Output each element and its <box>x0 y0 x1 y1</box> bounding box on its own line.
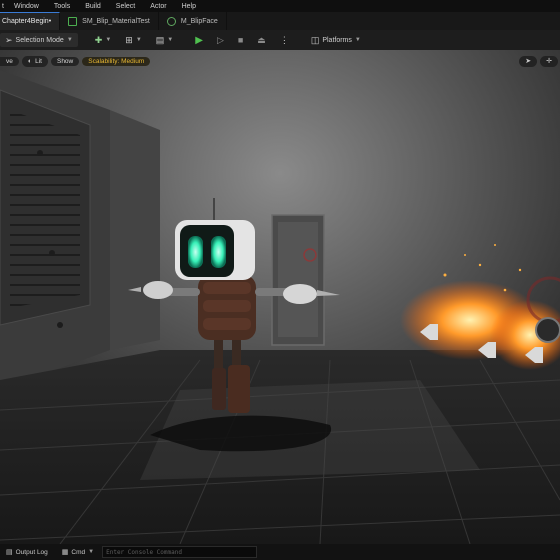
blueprint-icon: ⊞ <box>125 34 133 45</box>
chevron-down-icon: ▼ <box>105 37 112 43</box>
play-button[interactable]: ▶ <box>190 33 208 47</box>
transform-select-button[interactable]: ➤ <box>519 55 538 67</box>
level-viewport[interactable]: ve ◐ Lit Show Scalability: Medium ➤ ✛ <box>0 50 560 544</box>
back-door <box>271 214 325 346</box>
eject-button[interactable]: ⏏ <box>252 33 271 47</box>
cmd-dropdown[interactable]: ▦ Cmd ▼ <box>62 548 94 557</box>
static-mesh-icon <box>68 16 78 26</box>
selection-mode-dropdown[interactable]: ➢ Selection Mode ▼ <box>0 33 78 47</box>
tab-m-blipface[interactable]: M_BlipFace <box>159 12 227 30</box>
menu-bar: t Window Tools Build Select Actor Help <box>0 0 560 12</box>
menu-item-tools[interactable]: Tools <box>54 3 70 10</box>
more-vertical-icon: ⋮ <box>279 34 289 45</box>
stop-button[interactable]: ■ <box>233 33 248 47</box>
move-icon: ✛ <box>546 57 552 65</box>
show-flags-button[interactable]: Show <box>50 56 80 66</box>
console-placeholder: Enter Console Command <box>106 548 182 556</box>
chevron-down-icon: ▼ <box>354 37 361 43</box>
menu-item-build[interactable]: Build <box>85 3 101 10</box>
output-log-button[interactable]: ▤ Output Log <box>6 548 48 557</box>
document-tabs: Chapter4Begin• SM_Blip_MaterialTest M_Bl… <box>0 12 560 30</box>
tab-chapter4begin[interactable]: Chapter4Begin• <box>0 12 61 30</box>
tab-label: SM_Blip_MaterialTest <box>82 17 150 25</box>
main-toolbar: ➢ Selection Mode ▼ ✚ ▼ ⊞ ▼ ▤ ▼ ▶ ▷ ■ ⏏ ⋮… <box>0 30 560 51</box>
play-icon: ▶ <box>195 34 203 46</box>
menu-item-select[interactable]: Select <box>116 3 135 10</box>
platforms-label: Platforms <box>322 36 352 44</box>
perspective-label: ve <box>6 57 13 65</box>
scalability-label: Scalability: Medium <box>88 57 145 65</box>
step-button[interactable]: ▷ <box>212 33 229 47</box>
tab-sm-blip-materialtest[interactable]: SM_Blip_MaterialTest <box>60 12 159 30</box>
chevron-down-icon: ▼ <box>88 549 95 555</box>
selection-mode-label: Selection Mode <box>15 36 64 44</box>
viewport-scene <box>0 50 560 544</box>
blueprints-button[interactable]: ⊞ ▼ <box>120 33 147 47</box>
lit-sphere-icon: ◐ <box>27 57 33 65</box>
cmd-label: Cmd <box>71 548 86 556</box>
tab-label: Chapter4Begin• <box>2 18 52 25</box>
add-cube-icon: ✚ <box>94 34 103 45</box>
perspective-button[interactable]: ve <box>0 56 19 66</box>
chevron-down-icon: ▼ <box>167 37 174 43</box>
tab-label: M_BlipFace <box>180 17 218 25</box>
show-label: Show <box>56 57 74 65</box>
view-mode-lit-button[interactable]: ◐ Lit <box>21 55 48 67</box>
lit-label: Lit <box>35 57 42 65</box>
material-icon <box>166 16 176 26</box>
output-log-label: Output Log <box>15 548 48 556</box>
platforms-dropdown[interactable]: ◫ Platforms ▼ <box>306 33 366 47</box>
menu-item-help[interactable]: Help <box>182 3 196 10</box>
platforms-icon: ◫ <box>310 34 320 45</box>
menu-item-actor[interactable]: Actor <box>150 3 166 10</box>
console-command-input[interactable]: Enter Console Command <box>102 546 258 558</box>
clapper-icon: ▤ <box>155 34 165 45</box>
select-arrow-icon: ➢ <box>5 34 13 45</box>
menu-item-cut[interactable]: t <box>2 3 4 10</box>
translate-tool-button[interactable]: ✛ <box>540 55 558 67</box>
cinematics-button[interactable]: ▤ ▼ <box>151 33 178 47</box>
scalability-warning-badge[interactable]: Scalability: Medium <box>82 56 151 66</box>
cursor-arrow-icon: ➤ <box>525 57 532 65</box>
log-icon: ▤ <box>6 548 13 556</box>
eject-icon: ⏏ <box>257 34 266 45</box>
menu-item-window[interactable]: Window <box>14 3 39 10</box>
viewport-toolbar: ve ◐ Lit Show Scalability: Medium ➤ ✛ <box>0 54 560 68</box>
play-options-button[interactable]: ⋮ <box>275 33 294 47</box>
chevron-down-icon: ▼ <box>66 37 73 43</box>
terminal-icon: ▦ <box>61 548 69 556</box>
step-icon: ▷ <box>216 34 224 45</box>
stop-icon: ■ <box>237 34 244 45</box>
status-bar: ▤ Output Log ▦ Cmd ▼ Enter Console Comma… <box>0 544 560 560</box>
chevron-down-icon: ▼ <box>135 37 142 43</box>
add-content-button[interactable]: ✚ ▼ <box>90 33 117 47</box>
